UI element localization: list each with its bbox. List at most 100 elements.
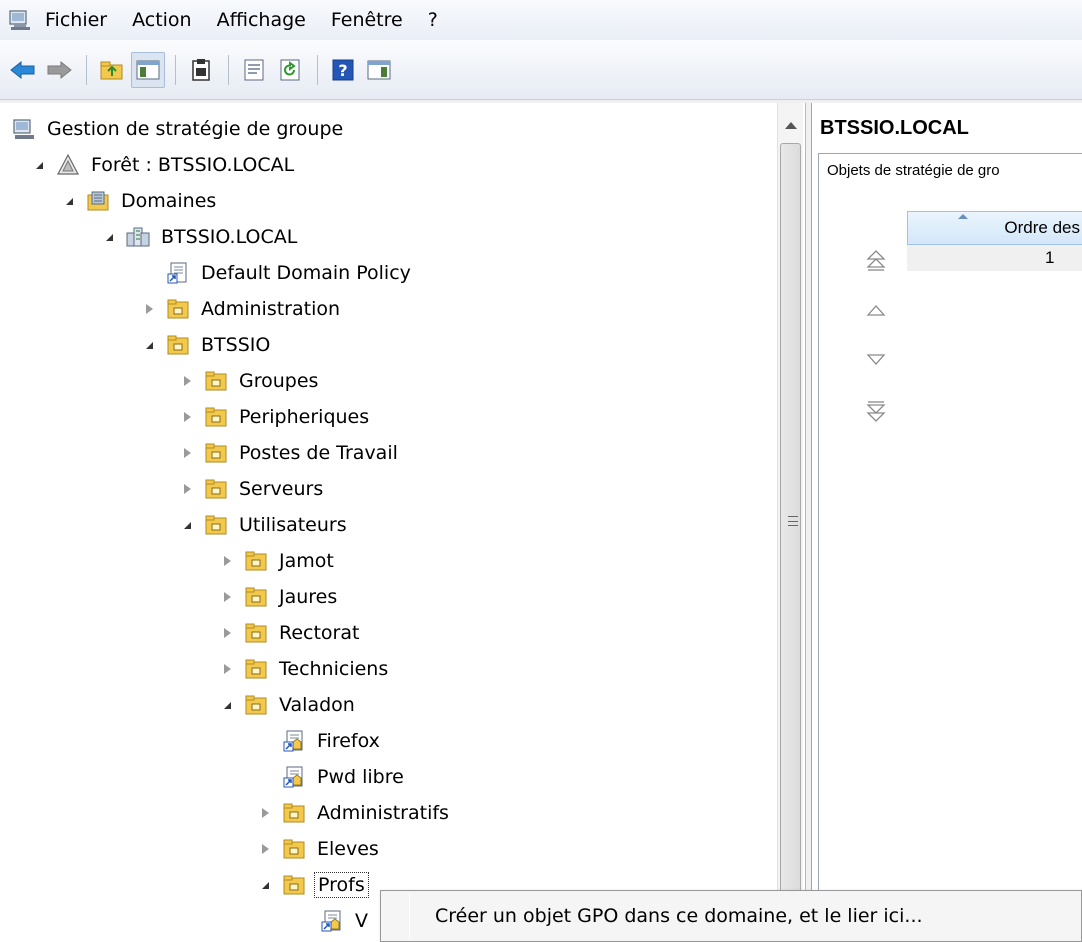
tree-item-techniciens[interactable]: Techniciens — [220, 651, 391, 687]
menu-item-label: Créer un objet GPO dans ce domaine, et l… — [435, 905, 923, 927]
svg-text:?: ? — [338, 61, 347, 80]
help-button[interactable]: ? — [326, 52, 360, 88]
tree-item-rectorat[interactable]: Rectorat — [220, 615, 362, 651]
move-up-button[interactable] — [863, 297, 889, 323]
expand-collapse-icon[interactable] — [220, 590, 234, 604]
tree-item-label: BTSSIO.LOCAL — [161, 226, 298, 248]
ou-folder-icon — [167, 299, 189, 319]
tree-item-profs[interactable]: Profs — [258, 867, 369, 903]
tree-item-label: V — [355, 910, 368, 932]
toolbar: ? — [0, 40, 1082, 100]
expand-collapse-icon[interactable] — [220, 554, 234, 568]
properties-button[interactable] — [237, 52, 271, 88]
ou-folder-icon — [205, 443, 227, 463]
tree-item-label: Profs — [314, 872, 369, 898]
tree-item-administration[interactable]: Administration — [142, 291, 343, 327]
tree-item-jaures[interactable]: Jaures — [220, 579, 340, 615]
toolbar-separator — [86, 54, 87, 85]
menu-fenetre[interactable]: Fenêtre — [328, 7, 406, 33]
tree-item-label: Valadon — [279, 694, 355, 716]
tree-item-label: BTSSIO — [201, 334, 271, 356]
menu-action[interactable]: Action — [129, 7, 195, 33]
show-hide-console-tree-button[interactable] — [131, 51, 165, 88]
show-hide-action-pane-button[interactable] — [362, 52, 396, 88]
menu-item-create-gpo-and-link[interactable]: Créer un objet GPO dans ce domaine, et l… — [385, 895, 1079, 937]
forward-button[interactable] — [42, 52, 76, 88]
toolbar-separator — [175, 54, 176, 85]
ou-folder-icon — [245, 587, 267, 607]
domains-icon — [87, 191, 109, 211]
console-tree[interactable]: Gestion de stratégie de groupe Forêt : B… — [0, 103, 806, 942]
back-button[interactable] — [6, 52, 40, 88]
tree-item-pwd-libre-gpo[interactable]: Pwd libre — [258, 759, 407, 795]
menu-fichier[interactable]: Fichier — [42, 7, 110, 33]
tree-item-forest[interactable]: Forêt : BTSSIO.LOCAL — [32, 147, 297, 183]
tree-item-peripheriques[interactable]: Peripheriques — [180, 399, 372, 435]
move-to-bottom-icon — [866, 401, 886, 422]
scroll-up-button[interactable] — [778, 111, 804, 139]
expand-collapse-icon[interactable] — [32, 158, 46, 172]
tree-item-label: Serveurs — [239, 478, 324, 500]
tree-item-label: Administration — [201, 298, 341, 320]
tree-item-domain-btssio-local[interactable]: BTSSIO.LOCAL — [102, 219, 300, 255]
tree-item-label: Jaures — [279, 586, 338, 608]
tree-item-btssio[interactable]: BTSSIO — [142, 327, 273, 363]
expand-collapse-icon[interactable] — [142, 302, 156, 316]
expand-collapse-icon[interactable] — [258, 842, 272, 856]
tree-vertical-scrollbar[interactable] — [777, 103, 803, 942]
move-to-bottom-button[interactable] — [863, 399, 889, 425]
tree-item-eleves[interactable]: Eleves — [258, 831, 382, 867]
move-up-icon — [866, 305, 886, 316]
move-down-button[interactable] — [863, 347, 889, 373]
tree-item-domaines[interactable]: Domaines — [62, 183, 219, 219]
link-order-cell: 1 — [1045, 248, 1055, 267]
tree-item-serveurs[interactable]: Serveurs — [180, 471, 326, 507]
up-one-level-button[interactable] — [95, 52, 129, 88]
expand-collapse-icon[interactable] — [180, 446, 194, 460]
tree-item-root[interactable]: Gestion de stratégie de groupe — [12, 111, 346, 147]
tree-item-default-domain-policy[interactable]: Default Domain Policy — [142, 255, 414, 291]
expand-collapse-icon[interactable] — [258, 806, 272, 820]
menu-affichage[interactable]: Affichage — [214, 7, 309, 33]
toolbar-separator — [228, 54, 229, 85]
expand-collapse-icon[interactable] — [142, 338, 156, 352]
tree-item-profs-gpo[interactable]: V — [296, 903, 371, 939]
tab-linked-gpos[interactable]: Objets de stratégie de gro — [827, 162, 1000, 179]
tree-item-utilisateurs[interactable]: Utilisateurs — [180, 507, 350, 543]
clipboard-button[interactable] — [184, 52, 218, 88]
expand-collapse-icon[interactable] — [220, 698, 234, 712]
tree-item-postes-de-travail[interactable]: Postes de Travail — [180, 435, 401, 471]
menu-help[interactable]: ? — [425, 7, 441, 33]
expand-collapse-icon[interactable] — [220, 626, 234, 640]
group-policy-management-icon — [9, 10, 30, 30]
tree-item-label: Gestion de stratégie de groupe — [47, 118, 344, 140]
tree-item-valadon[interactable]: Valadon — [220, 687, 358, 723]
scrollbar-thumb[interactable] — [780, 143, 801, 942]
expand-collapse-icon[interactable] — [62, 194, 76, 208]
expand-collapse-icon[interactable] — [180, 518, 194, 532]
expand-collapse-icon[interactable] — [180, 482, 194, 496]
expand-collapse-icon[interactable] — [220, 662, 234, 676]
tree-item-firefox-gpo[interactable]: Firefox — [258, 723, 383, 759]
table-row[interactable]: 1 — [907, 245, 1082, 271]
expand-collapse-icon[interactable] — [180, 410, 194, 424]
column-header-link-order[interactable]: Ordre des — [907, 211, 1082, 245]
clipboard-icon — [192, 58, 210, 81]
linked-gpo-grid[interactable]: Ordre des 1 — [907, 211, 1082, 271]
forward-arrow-icon — [47, 60, 72, 79]
expand-collapse-icon[interactable] — [102, 230, 116, 244]
move-to-top-button[interactable] — [863, 247, 889, 273]
grip-icon — [788, 516, 798, 526]
ou-folder-icon — [245, 551, 267, 571]
tree-item-label: Eleves — [317, 838, 379, 860]
tree-item-administratifs[interactable]: Administratifs — [258, 795, 452, 831]
move-to-top-icon — [866, 250, 886, 271]
expand-collapse-icon[interactable] — [180, 374, 194, 388]
back-arrow-icon — [10, 60, 35, 79]
menu-bar: Fichier Action Affichage Fenêtre ? — [0, 0, 1082, 40]
tree-item-label: Administratifs — [317, 802, 449, 824]
tree-item-groupes[interactable]: Groupes — [180, 363, 321, 399]
tree-item-jamot[interactable]: Jamot — [220, 543, 337, 579]
expand-collapse-icon[interactable] — [258, 878, 272, 892]
refresh-button[interactable] — [273, 52, 307, 88]
